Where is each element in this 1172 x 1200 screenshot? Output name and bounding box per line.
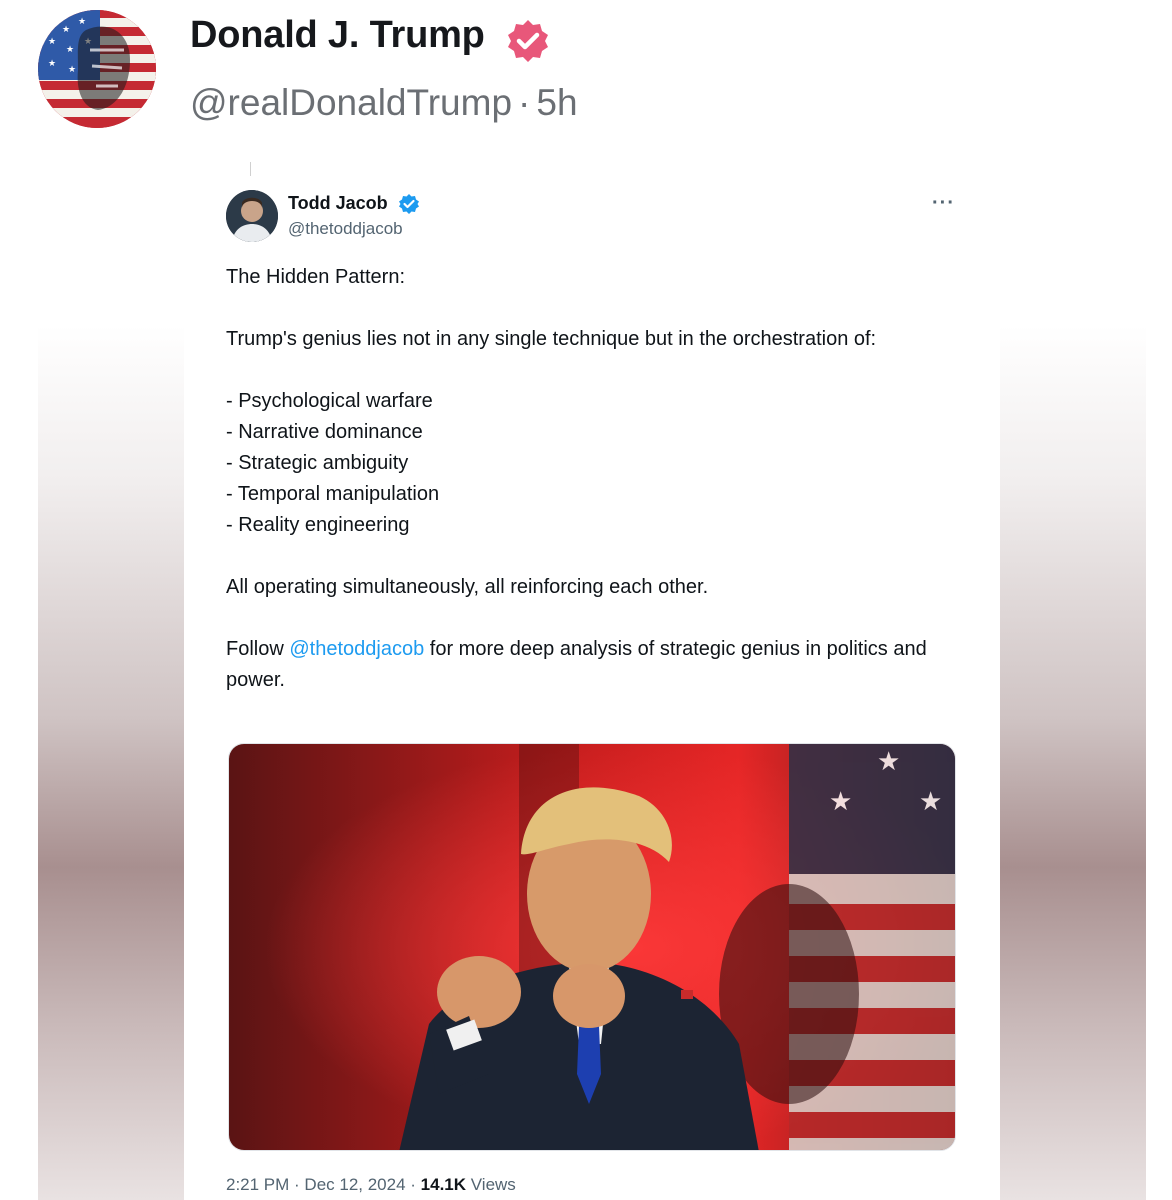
svg-text:★: ★: [48, 59, 56, 69]
author-handle-line: @realDonaldTrump · 5h: [190, 82, 578, 124]
list-item: - Reality engineering: [226, 514, 410, 536]
list-item: - Strategic ambiguity: [226, 452, 409, 474]
author-handle[interactable]: @realDonaldTrump: [190, 82, 512, 123]
mention-link[interactable]: @thetoddjacob: [289, 638, 424, 660]
text-line-summary: All operating simultaneously, all reinfo…: [226, 576, 709, 598]
tweet-time[interactable]: 2:21 PM: [226, 1175, 289, 1194]
tweet-media-image[interactable]: ★ ★ ★: [228, 743, 956, 1151]
list-item: - Temporal manipulation: [226, 483, 440, 505]
separator: ·: [518, 82, 531, 123]
quoted-author-handle[interactable]: @thetoddjacob: [288, 219, 403, 239]
separator: ·: [289, 1175, 305, 1194]
list-item: - Psychological warfare: [226, 390, 433, 412]
svg-text:★: ★: [48, 37, 56, 47]
quoted-avatar[interactable]: [226, 190, 278, 242]
svg-text:★: ★: [877, 747, 900, 777]
tweet-meta: 2:21 PM · Dec 12, 2024 · 14.1K Views: [226, 1175, 516, 1195]
thread-line: [250, 162, 251, 176]
text-line-heading: The Hidden Pattern:: [226, 266, 405, 288]
quoted-tweet-text: The Hidden Pattern: Trump's genius lies …: [226, 262, 946, 696]
tweet-date[interactable]: Dec 12, 2024: [304, 1175, 405, 1194]
svg-text:★: ★: [66, 45, 74, 55]
list-item: - Narrative dominance: [226, 421, 423, 443]
author-name[interactable]: Donald J. Trump: [190, 14, 485, 57]
boxing-pose-photo: ★ ★ ★: [229, 744, 955, 1150]
verified-badge-icon: [505, 18, 551, 64]
separator: ·: [405, 1175, 421, 1194]
post-view: ★ ★ ★ ★ ★ ★ ★ ★ Donald J. Trump @realDonaldTr…: [0, 0, 1172, 1200]
views-label: Views: [466, 1175, 516, 1194]
svg-text:★: ★: [78, 17, 86, 27]
flag-portrait-image: ★★★ ★★★ ★★: [38, 10, 156, 128]
text-line-intro: Trump's genius lies not in any single te…: [226, 328, 877, 350]
svg-text:★: ★: [829, 787, 852, 817]
svg-text:★: ★: [68, 65, 76, 75]
svg-text:★: ★: [46, 17, 54, 27]
quoted-avatar-image: [226, 190, 278, 242]
post-time[interactable]: 5h: [536, 82, 577, 123]
text-line-follow: Follow @thetoddjacob for more deep analy…: [226, 634, 946, 696]
svg-text:★: ★: [919, 787, 942, 817]
more-options-icon[interactable]: ···: [932, 192, 955, 215]
verified-check-icon: [398, 193, 420, 215]
svg-text:★: ★: [62, 25, 70, 35]
follow-prefix: Follow: [226, 638, 290, 660]
views-count[interactable]: 14.1K: [421, 1175, 466, 1194]
quoted-author-name[interactable]: Todd Jacob: [288, 193, 388, 214]
profile-avatar[interactable]: ★★★ ★★★ ★★: [38, 10, 156, 128]
